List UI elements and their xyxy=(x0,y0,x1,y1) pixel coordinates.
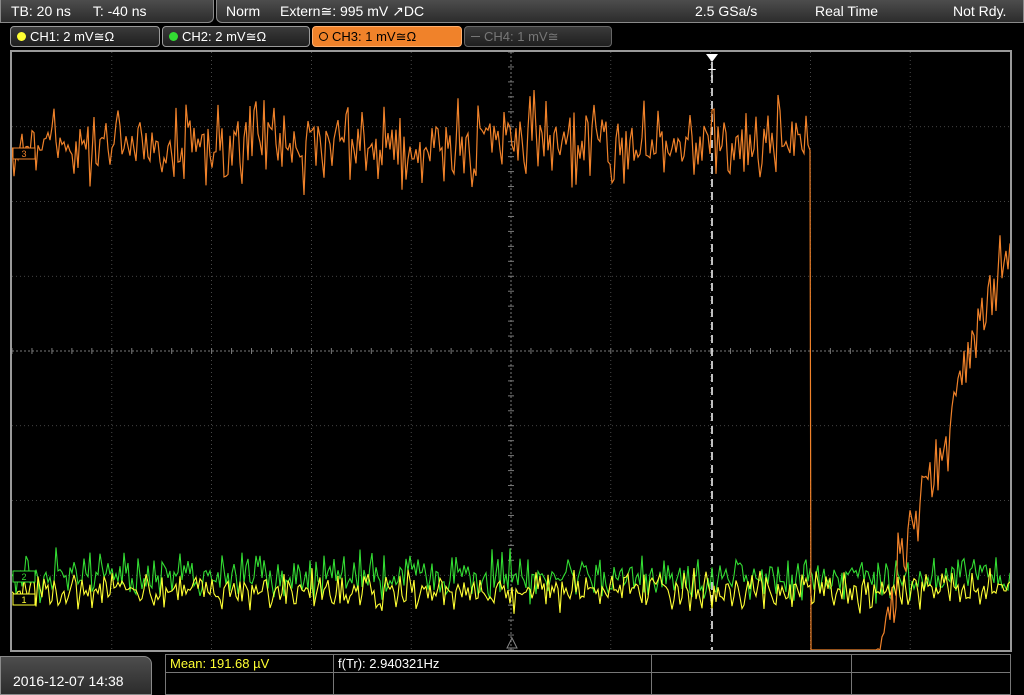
date-time: 2016-12-07 14:38 xyxy=(0,656,152,695)
timebase-readout[interactable]: TB: 20 ns xyxy=(11,0,71,22)
acquisition-mode[interactable]: Real Time xyxy=(815,0,878,22)
channel-label: CH2: 2 mV≅Ω xyxy=(182,29,267,44)
measurement-slot[interactable] xyxy=(334,673,652,694)
ch3-ref-label: 3 xyxy=(21,149,26,159)
ch3-dot-icon xyxy=(319,32,328,41)
channel-tab-ch4[interactable]: CH4: 1 mV≅ xyxy=(464,26,612,47)
status-bar: TB: 20 ns T: -40 ns Norm Extern≅: 995 mV… xyxy=(0,0,1024,23)
waveform-display[interactable]: T 3 2 1 xyxy=(10,50,1012,652)
trigger-arrow-icon[interactable] xyxy=(706,54,718,62)
acquisition-status: Not Rdy. xyxy=(953,3,1007,19)
waveform-canvas[interactable]: T 3 2 1 xyxy=(12,52,1010,650)
trigger-marker-label: T xyxy=(708,66,716,81)
ch4-off-icon xyxy=(471,36,480,37)
ch2-ref-label: 2 xyxy=(21,572,26,582)
ch3-reference-marker[interactable]: 3 xyxy=(12,147,36,160)
mean-measurement[interactable]: Mean: 191.68 µV xyxy=(166,655,334,673)
ch1-ref-label: 1 xyxy=(21,595,26,605)
measurement-slot[interactable] xyxy=(166,673,334,694)
channel-tabs: CH1: 2 mV≅Ω CH2: 2 mV≅Ω CH3: 1 mV≅Ω CH4:… xyxy=(0,26,1024,48)
trigger-panel[interactable]: Norm Extern≅: 995 mV ↗DC 2.5 GSa/s Real … xyxy=(216,0,1024,23)
timebase-panel[interactable]: TB: 20 ns T: -40 ns xyxy=(0,0,214,23)
trigger-source[interactable]: Extern≅: 995 mV ↗DC xyxy=(280,0,424,22)
ch2-reference-marker[interactable]: 2 xyxy=(12,570,36,583)
measurement-slot[interactable] xyxy=(852,673,1010,694)
channel-label: CH3: 1 mV≅Ω xyxy=(332,29,417,44)
measurement-slot[interactable] xyxy=(652,673,852,694)
trigger-level-arrow-icon xyxy=(506,636,518,649)
channel-tab-ch3[interactable]: CH3: 1 mV≅Ω xyxy=(312,26,462,47)
channel-tab-ch1[interactable]: CH1: 2 mV≅Ω xyxy=(10,26,160,47)
channel-tab-ch2[interactable]: CH2: 2 mV≅Ω xyxy=(162,26,310,47)
measurement-slot[interactable] xyxy=(652,655,852,673)
measurement-table[interactable]: Mean: 191.68 µV f(Tr): 2.940321Hz xyxy=(165,654,1011,695)
bottom-bar: 2016-12-07 14:38 Mean: 191.68 µV f(Tr): … xyxy=(0,654,1024,695)
frequency-measurement[interactable]: f(Tr): 2.940321Hz xyxy=(334,655,652,673)
measurement-slot[interactable] xyxy=(852,655,1010,673)
ch1-dot-icon xyxy=(17,32,26,41)
channel-label: CH1: 2 mV≅Ω xyxy=(30,29,115,44)
channel-label: CH4: 1 mV≅ xyxy=(484,29,559,44)
trigger-time-readout[interactable]: T: -40 ns xyxy=(93,0,147,22)
sample-rate[interactable]: 2.5 GSa/s xyxy=(695,0,757,22)
ch1-reference-marker[interactable]: 1 xyxy=(12,593,36,606)
trigger-mode[interactable]: Norm xyxy=(226,0,260,22)
ch2-dot-icon xyxy=(169,32,178,41)
